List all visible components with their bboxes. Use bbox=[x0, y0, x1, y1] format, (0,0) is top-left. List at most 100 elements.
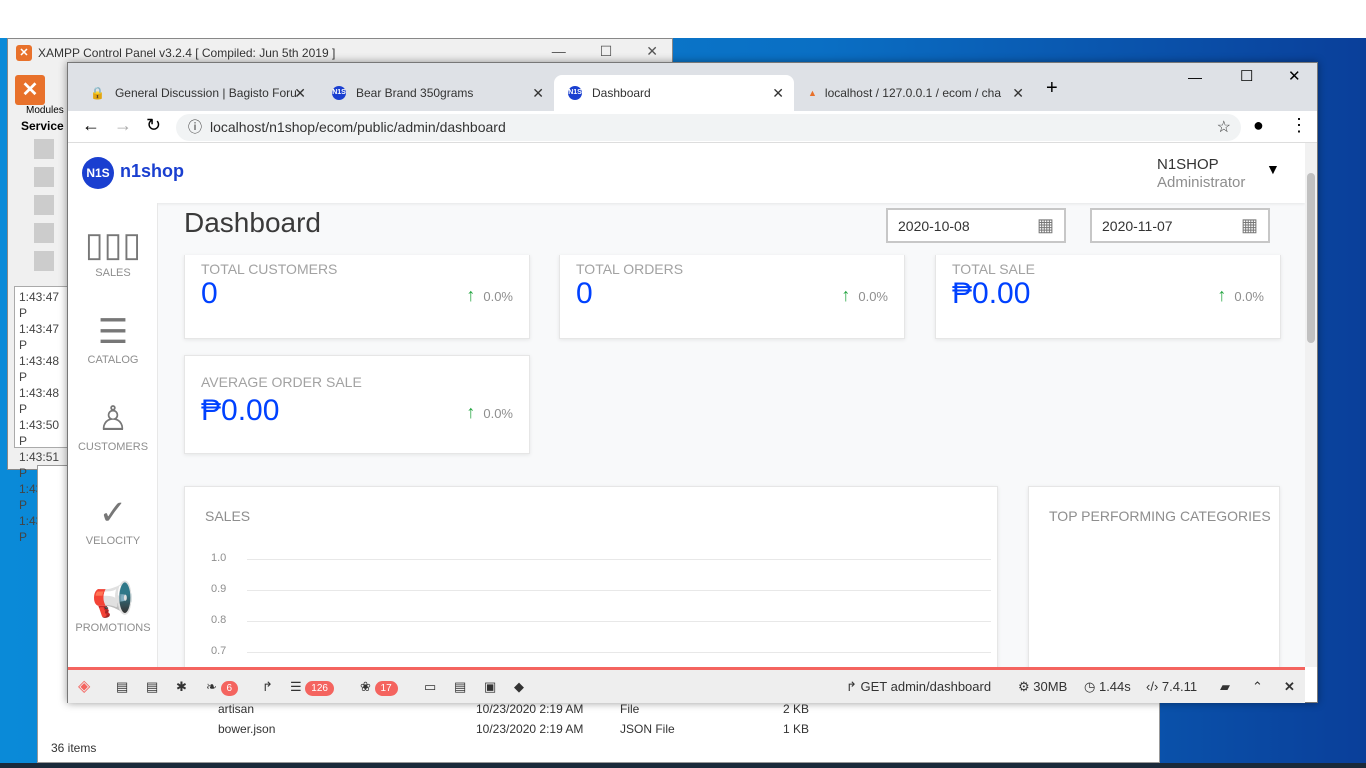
user-role: Administrator bbox=[1157, 174, 1246, 191]
xampp-title: XAMPP Control Panel v3.2.4 [ Compiled: J… bbox=[38, 46, 336, 60]
request-icon[interactable]: ◆ bbox=[514, 679, 524, 695]
lock-icon: 🔒 bbox=[90, 86, 105, 100]
calendar-icon[interactable]: ▦ bbox=[1037, 215, 1054, 236]
maximize-button[interactable]: ☐ bbox=[600, 43, 613, 60]
forward-button[interactable]: → bbox=[114, 115, 132, 136]
sidebar-item-catalog[interactable]: ☰ CATALOG bbox=[68, 310, 158, 366]
tab-bar: 🔒 General Discussion | Bagisto Foru ✕ N1S B… bbox=[68, 63, 1317, 111]
route-info[interactable]: ↱ GET admin/dashboard bbox=[846, 679, 991, 695]
n1shop-logo-icon: N1S bbox=[82, 157, 114, 189]
close-tab-icon[interactable]: ✕ bbox=[772, 85, 784, 102]
gridline bbox=[247, 590, 991, 591]
tab-bear-brand[interactable]: N1S Bear Brand 350grams ✕ bbox=[318, 75, 554, 111]
file-size: 1 KB bbox=[783, 722, 810, 736]
service-label: Service bbox=[21, 119, 64, 133]
session-icon[interactable]: ▣ bbox=[484, 679, 496, 695]
laravel-icon[interactable]: ◈ bbox=[78, 676, 90, 696]
arrow-up-icon: ↑ bbox=[1217, 285, 1227, 305]
star-icon[interactable]: ☆ bbox=[1217, 114, 1231, 141]
file-date: 10/23/2020 2:19 AM bbox=[476, 722, 584, 736]
item-count: 36 items bbox=[51, 741, 97, 755]
date-from-input[interactable]: 2020-10-08 ▦ bbox=[886, 208, 1066, 243]
sales-chart-card: SALES 1.0 0.9 0.8 0.7 bbox=[184, 486, 998, 667]
calendar-icon[interactable]: ▦ bbox=[1241, 215, 1258, 236]
close-tab-icon[interactable]: ✕ bbox=[1012, 85, 1024, 102]
gate-icon[interactable]: ▤ bbox=[454, 679, 466, 695]
n1shop-favicon: N1S bbox=[568, 86, 582, 100]
xampp-logo: ✕ bbox=[15, 75, 45, 105]
sidebar-item-promotions[interactable]: 📢 PROMOTIONS bbox=[68, 578, 158, 634]
page-viewport: N1S n1shop N1SHOP Administrator ▼ ▯▯▯ SAL… bbox=[68, 143, 1305, 667]
user-dropdown-icon[interactable]: ▼ bbox=[1266, 161, 1280, 177]
card-total-customers: TOTAL CUSTOMERS 0 ↑ 0.0% bbox=[184, 255, 530, 339]
date-to-input[interactable]: 2020-11-07 ▦ bbox=[1090, 208, 1270, 243]
top-categories-title: TOP PERFORMING CATEGORIES bbox=[1049, 508, 1271, 524]
bar-chart-icon: ▯▯▯ bbox=[84, 226, 142, 264]
list-icon: ☰ bbox=[97, 313, 129, 351]
minimize-button[interactable]: — bbox=[1188, 69, 1202, 85]
close-debugbar-icon[interactable]: ✕ bbox=[1284, 679, 1295, 695]
close-button[interactable]: ✕ bbox=[1288, 67, 1301, 85]
close-tab-icon[interactable]: ✕ bbox=[532, 85, 544, 102]
tab-bagisto-forum[interactable]: 🔒 General Discussion | Bagisto Foru ✕ bbox=[76, 75, 316, 111]
minimize-button[interactable]: — bbox=[552, 43, 566, 60]
file-row[interactable]: bower.json bbox=[218, 722, 275, 736]
velocity-icon: ✓ bbox=[98, 494, 128, 532]
y-tick-label: 0.9 bbox=[211, 583, 227, 595]
xampp-icon: ✕ bbox=[16, 45, 32, 61]
views-icon[interactable]: ❧ 6 bbox=[206, 679, 239, 696]
new-tab-button[interactable]: + bbox=[1046, 77, 1058, 100]
address-bar-row: ← → ↻ ⓘ localhost/n1shop/ecom/public/admi… bbox=[68, 111, 1317, 143]
file-row[interactable]: artisan bbox=[218, 702, 254, 716]
timeline-icon[interactable]: ▤ bbox=[146, 679, 158, 695]
debugbar: ◈ ▤ ▤ ✱ ❧ 6 ↱ ☰ 126 ❀ 17 ▭ ▤ ▣ ◆ ↱ GET a… bbox=[68, 667, 1305, 703]
sidebar-item-sales[interactable]: ▯▯▯ SALES bbox=[68, 223, 158, 279]
menu-icon[interactable]: ⋮ bbox=[1290, 115, 1308, 136]
tab-phpmyadmin[interactable]: ▲ localhost / 127.0.0.1 / ecom / cha ✕ bbox=[794, 75, 1034, 111]
y-tick-label: 1.0 bbox=[211, 552, 227, 564]
page-title: Dashboard bbox=[184, 207, 321, 238]
close-button[interactable]: ✕ bbox=[646, 43, 658, 60]
megaphone-icon: 📢 bbox=[91, 581, 135, 619]
browser-window[interactable]: 🔒 General Discussion | Bagisto Foru ✕ N1S B… bbox=[67, 62, 1318, 703]
back-button[interactable]: ← bbox=[82, 115, 100, 136]
logo-text[interactable]: n1shop bbox=[120, 161, 184, 182]
y-tick-label: 0.8 bbox=[211, 614, 227, 626]
info-icon: ⓘ bbox=[188, 119, 202, 135]
page-scrollbar[interactable] bbox=[1305, 143, 1317, 667]
sidebar-item-customers[interactable]: ♙ CUSTOMERS bbox=[68, 397, 158, 453]
maximize-button[interactable]: ☐ bbox=[1240, 67, 1253, 85]
sidebar-item-velocity[interactable]: ✓ VELOCITY bbox=[68, 491, 158, 547]
user-name[interactable]: N1SHOP bbox=[1157, 156, 1219, 173]
url-input[interactable]: ⓘ localhost/n1shop/ecom/public/admin/dash… bbox=[176, 114, 1241, 141]
open-folder-icon[interactable]: ▰ bbox=[1220, 679, 1230, 695]
memory-info[interactable]: ⚙ 30MB bbox=[1018, 679, 1067, 695]
log-line: 1:43:50 P bbox=[19, 418, 60, 448]
y-tick-label: 0.7 bbox=[211, 645, 227, 657]
card-total-orders: TOTAL ORDERS 0 ↑ 0.0% bbox=[559, 255, 905, 339]
gridline bbox=[247, 652, 991, 653]
log-line: 1:43:48 P bbox=[19, 354, 60, 384]
card-average-order-sale: AVERAGE ORDER SALE ₱0.00 ↑ 0.0% bbox=[184, 355, 530, 454]
queries-icon[interactable]: ☰ 126 bbox=[290, 679, 334, 696]
user-icon: ♙ bbox=[97, 400, 129, 438]
messages-icon[interactable]: ▤ bbox=[116, 679, 128, 695]
mails-icon[interactable]: ▭ bbox=[424, 679, 436, 695]
arrow-up-icon: ↑ bbox=[466, 285, 476, 305]
top-categories-card: TOP PERFORMING CATEGORIES bbox=[1028, 486, 1280, 667]
file-size: 2 KB bbox=[783, 702, 810, 716]
file-type: File bbox=[620, 702, 640, 716]
reload-button[interactable]: ↻ bbox=[146, 115, 161, 136]
collapse-icon[interactable]: ⌃ bbox=[1252, 679, 1263, 695]
service-checkboxes[interactable] bbox=[34, 139, 54, 273]
tab-dashboard[interactable]: N1S Dashboard ✕ bbox=[554, 75, 794, 111]
exceptions-icon[interactable]: ✱ bbox=[176, 679, 187, 695]
profile-icon[interactable]: ● bbox=[1253, 115, 1264, 136]
route-icon[interactable]: ↱ bbox=[262, 679, 273, 695]
models-icon[interactable]: ❀ 17 bbox=[360, 679, 398, 696]
close-tab-icon[interactable]: ✕ bbox=[294, 85, 306, 102]
scrollbar-thumb[interactable] bbox=[1307, 173, 1315, 343]
file-type: JSON File bbox=[620, 722, 675, 736]
time-info[interactable]: ◷ 1.44s bbox=[1084, 679, 1131, 695]
log-panel: 1:43:47 P 1:43:47 P 1:43:48 P 1:43:48 P 1:43… bbox=[14, 286, 74, 544]
